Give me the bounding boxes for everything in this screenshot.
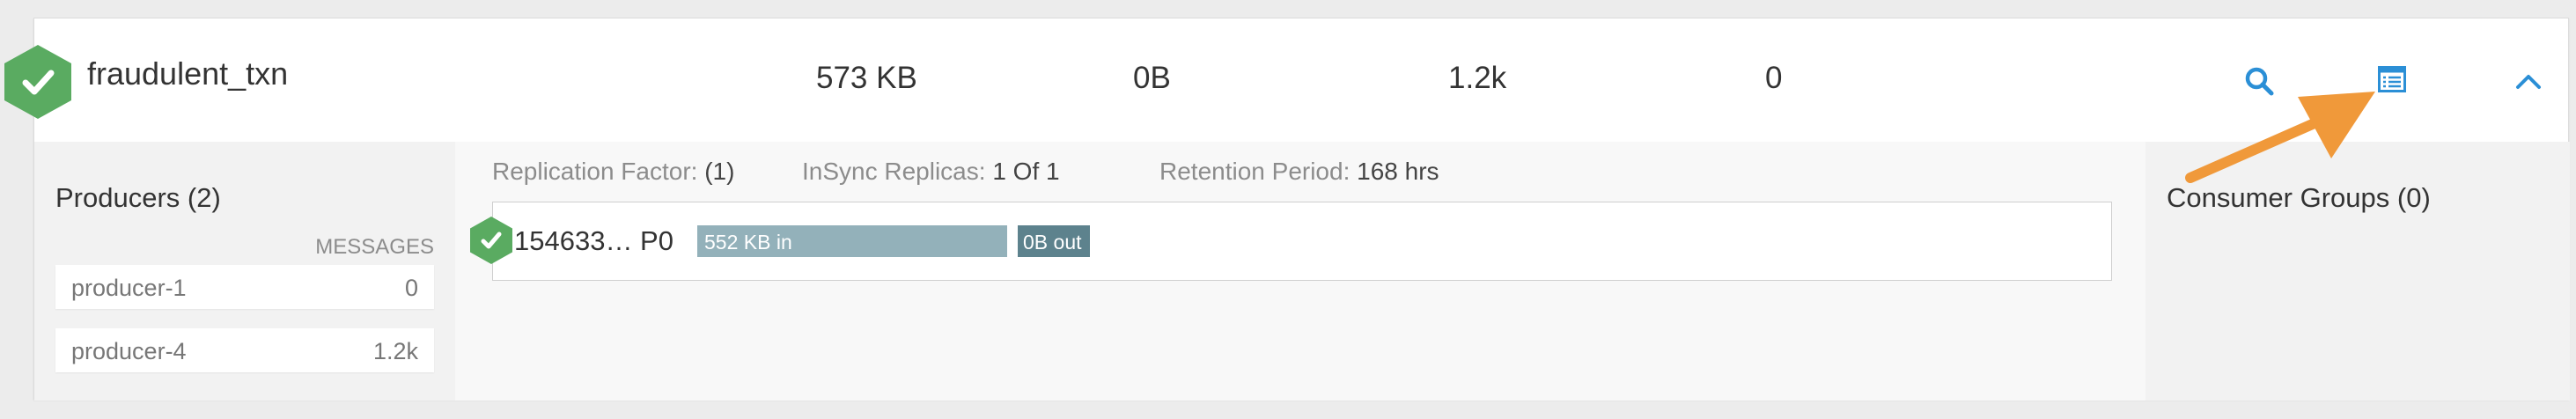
check-hexagon-icon xyxy=(470,217,512,264)
messages-column-header: MESSAGES xyxy=(315,235,434,259)
check-hexagon-icon xyxy=(4,45,71,119)
partitions-panel: Replication Factor: (1) InSync Replicas:… xyxy=(455,142,2181,401)
producer-messages: 0 xyxy=(404,275,418,301)
insync-replicas-label: InSync Replicas: xyxy=(802,158,986,185)
annotation-arrow xyxy=(2185,92,2375,183)
retention-period-value: 168 hrs xyxy=(1357,158,1439,185)
topic-bytes: 0B xyxy=(1133,61,1171,95)
producer-name: producer-1 xyxy=(71,275,187,301)
producers-panel: Producers (2) MESSAGES producer-1 0 prod… xyxy=(34,142,455,401)
insync-replicas-value: 1 Of 1 xyxy=(992,158,1060,185)
producer-row[interactable]: producer-4 1.2k xyxy=(55,328,434,372)
insync-replicas: InSync Replicas: 1 Of 1 xyxy=(802,158,1060,186)
retention-period-label: Retention Period: xyxy=(1159,158,1351,185)
producers-title: Producers (2) xyxy=(55,182,221,213)
topic-count: 0 xyxy=(1765,61,1783,95)
bytes-out-bar: 0B out xyxy=(1018,225,1090,257)
partition-row[interactable]: 154633… P0 552 KB in 0B out xyxy=(470,202,2112,281)
replication-factor: Replication Factor: (1) xyxy=(492,158,734,186)
partition-label: 154633… P0 xyxy=(514,225,673,256)
replication-factor-value: (1) xyxy=(704,158,735,185)
retention-period: Retention Period: 168 hrs xyxy=(1159,158,1439,186)
topic-size: 573 KB xyxy=(816,61,917,95)
producer-name: producer-4 xyxy=(71,338,187,364)
chevron-up-icon[interactable] xyxy=(2515,73,2542,91)
bytes-in-bar: 552 KB in xyxy=(697,225,1007,257)
topic-name[interactable]: fraudulent_txn xyxy=(87,55,288,92)
replication-factor-label: Replication Factor: xyxy=(492,158,698,185)
producer-messages: 1.2k xyxy=(372,338,418,364)
topic-messages: 1.2k xyxy=(1448,61,1507,95)
topic-card: fraudulent_txn 573 KB 0B 1.2k 0 Producer… xyxy=(4,18,2570,401)
producer-row[interactable]: producer-1 0 xyxy=(55,265,434,309)
